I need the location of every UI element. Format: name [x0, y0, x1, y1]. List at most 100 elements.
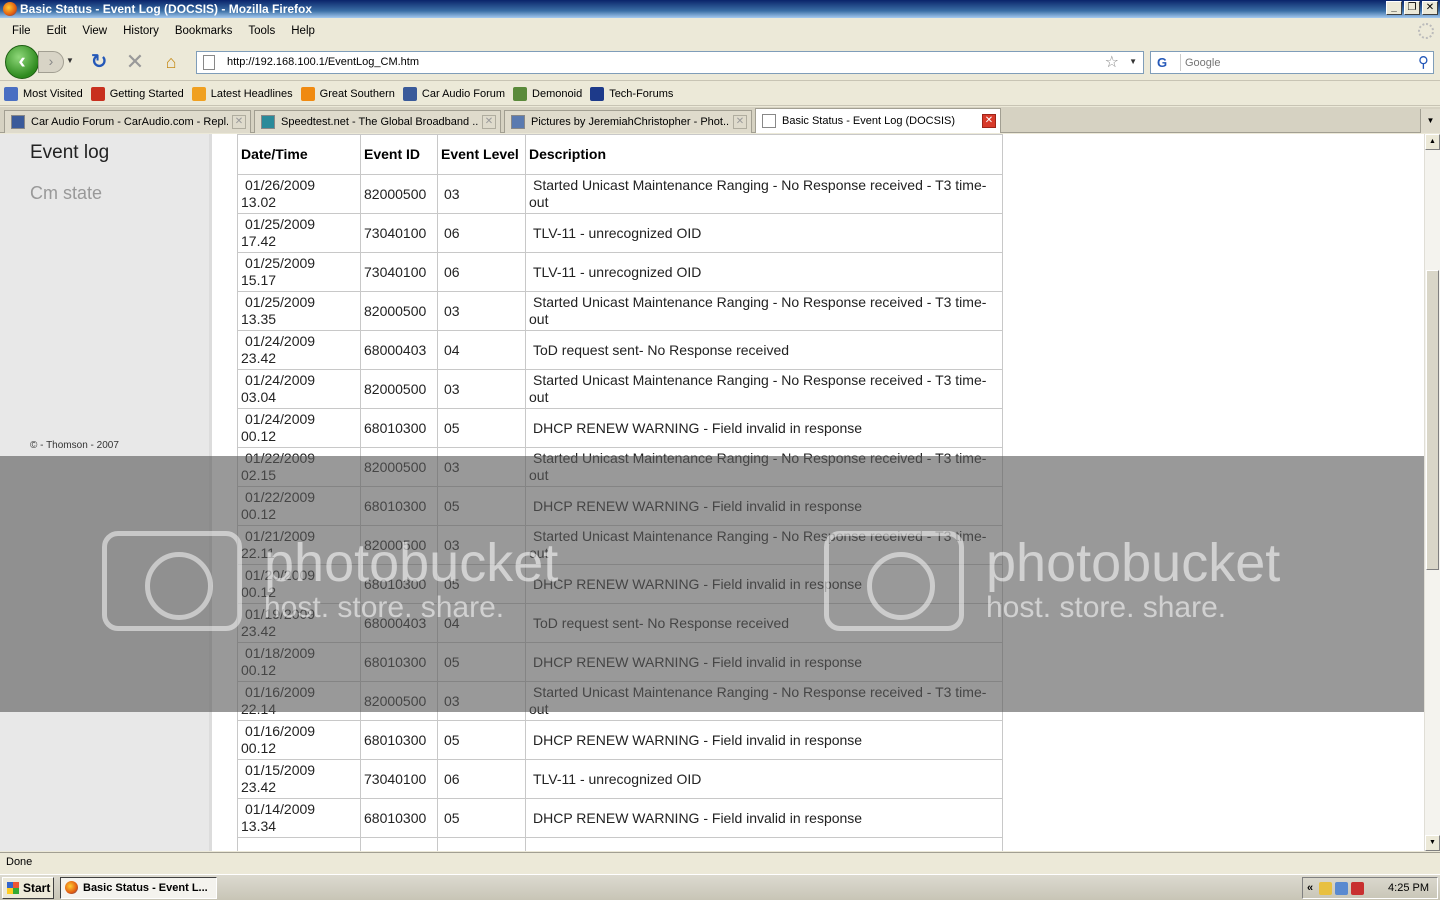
cell-date-time: 01/24/2009 00.12 — [237, 408, 361, 448]
browser-tab[interactable]: Pictures by JeremiahChristopher - Phot..… — [504, 110, 752, 133]
event-log-body: 01/26/2009 13.02 82000500 03 Started Unicast… — [237, 174, 1003, 852]
page-content: Event log Cm state © - Thomson - 2007 Da… — [0, 134, 1424, 851]
event-description: Started Unicast Maintenance Ranging - No… — [529, 849, 951, 852]
bookmark-item[interactable]: Latest Headlines — [191, 86, 293, 101]
search-magnifier-icon[interactable]: ⚲ — [1418, 52, 1429, 73]
cell-event-id: 82000500 — [360, 174, 438, 214]
cell-description: DHCP RENEW WARNING - Field invalid in re… — [525, 408, 1003, 448]
menu-tools[interactable]: Tools — [240, 25, 283, 37]
table-row: 01/21/2009 22.11 82000500 03 Started Unicast… — [237, 525, 1003, 565]
tab-close-icon[interactable]: ✕ — [482, 115, 496, 129]
forward-button[interactable]: › — [38, 51, 64, 73]
cell-date-time: 01/11/2009 — [237, 837, 361, 851]
search-input[interactable] — [1185, 54, 1405, 71]
bookmark-item[interactable]: Most Visited — [4, 86, 83, 101]
tray-clock: 4:25 PM — [1388, 882, 1429, 894]
cell-description: Started Unicast Maintenance Ranging - No… — [525, 291, 1003, 331]
window-title-bar: Basic Status - Event Log (DOCSIS) - Mozi… — [0, 0, 1440, 18]
event-description: Started Unicast Maintenance Ranging - No… — [529, 684, 987, 717]
stop-button[interactable]: ✕ — [124, 51, 146, 73]
cell-event-id: 82000500 — [360, 369, 438, 409]
cell-event-id: 73040100 — [360, 759, 438, 799]
event-date: 01/26/2009 — [245, 177, 316, 193]
nav-link-event-log[interactable]: Event log — [30, 142, 109, 164]
bookmark-item[interactable]: Tech-Forums — [590, 86, 673, 101]
minimize-button[interactable]: _ — [1386, 1, 1402, 15]
event-description: Started Unicast Maintenance Ranging - No… — [529, 372, 987, 405]
menu-file[interactable]: File — [4, 25, 39, 37]
url-text[interactable]: http://192.168.100.1/EventLog_CM.htm — [227, 52, 419, 73]
table-row: 01/15/2009 23.42 73040100 06 TLV-11 - unreco… — [237, 759, 1003, 799]
event-date: 01/14/2009 — [245, 801, 316, 817]
table-row: 01/16/2009 00.12 68010300 05 DHCP RENEW WARN… — [237, 720, 1003, 760]
maximize-button[interactable]: ❐ — [1404, 1, 1420, 15]
tab-close-icon[interactable]: ✕ — [982, 114, 996, 128]
tab-close-icon[interactable]: ✕ — [232, 115, 246, 129]
watermark-tagline: host. store. share. — [986, 591, 1227, 624]
taskbar-firefox-window[interactable]: Basic Status - Event L... — [60, 877, 217, 899]
bookmark-item[interactable]: Demonoid — [513, 86, 582, 101]
cell-event-id: 82000500 — [360, 291, 438, 331]
url-dropdown-icon[interactable]: ▼ — [1129, 57, 1137, 66]
cell-event-id: 68010300 — [360, 642, 438, 682]
menu-edit[interactable]: Edit — [39, 25, 75, 37]
cell-event-level: 03 — [437, 525, 526, 565]
event-time: 00.12 — [241, 584, 277, 600]
page-icon — [203, 55, 215, 70]
google-engine-icon[interactable]: G — [1153, 54, 1181, 71]
cell-event-level: 04 — [437, 603, 526, 643]
browser-tab[interactable]: Basic Status - Event Log (DOCSIS) ✕ — [755, 108, 1001, 133]
status-text: Done — [6, 856, 33, 868]
tab-list-button[interactable]: ▼ — [1420, 109, 1440, 133]
bookmark-star-icon[interactable]: ☆ — [1105, 53, 1119, 72]
start-button[interactable]: Start — [2, 877, 54, 899]
cell-event-level: 05 — [437, 408, 526, 448]
tab-close-icon[interactable]: ✕ — [733, 115, 747, 129]
tray-expand-button[interactable]: « — [1307, 882, 1313, 894]
bookmark-item[interactable]: Getting Started — [90, 86, 184, 101]
cell-event-level: 03 — [437, 369, 526, 409]
scroll-down-arrow-icon[interactable]: ▼ — [1425, 835, 1440, 851]
event-date: 01/15/2009 — [245, 762, 316, 778]
event-time: 23.42 — [241, 350, 277, 366]
back-button[interactable]: ‹ — [5, 45, 39, 79]
bookmark-item[interactable]: Great Southern — [300, 86, 395, 101]
history-dropdown-icon[interactable]: ▼ — [66, 56, 74, 65]
nav-link-cm-state[interactable]: Cm state — [30, 183, 102, 204]
security-shield-icon[interactable] — [1351, 881, 1365, 895]
reload-button[interactable]: ↻ — [88, 51, 110, 73]
mail-tray-icon[interactable] — [1319, 881, 1333, 895]
cell-event-id: 68000403 — [360, 603, 438, 643]
network-tray-icon[interactable] — [1335, 881, 1349, 895]
cell-description: ToD request sent- No Response received — [525, 330, 1003, 370]
cell-description: TLV-11 - unrecognized OID — [525, 759, 1003, 799]
menu-history[interactable]: History — [115, 25, 167, 37]
event-time: 17.42 — [241, 233, 277, 249]
vertical-scrollbar[interactable]: ▲ ▼ — [1424, 134, 1440, 851]
cell-description: Started Unicast Maintenance Ranging - No… — [525, 681, 1003, 721]
event-time: 13.35 — [241, 311, 277, 327]
menu-view[interactable]: View — [74, 25, 115, 37]
scroll-up-arrow-icon[interactable]: ▲ — [1425, 134, 1440, 150]
cell-event-id: 82000500 — [360, 681, 438, 721]
home-button[interactable]: ⌂ — [160, 51, 182, 73]
table-row: 01/25/2009 17.42 73040100 06 TLV-11 - unreco… — [237, 213, 1003, 253]
search-bar[interactable]: G ⚲ — [1150, 51, 1434, 74]
event-time: 23.42 — [241, 623, 277, 639]
menu-help[interactable]: Help — [283, 25, 323, 37]
scrollbar-thumb[interactable] — [1426, 270, 1439, 570]
event-description: Started Unicast Maintenance Ranging - No… — [529, 177, 987, 210]
menu-bookmarks[interactable]: Bookmarks — [167, 25, 241, 37]
cell-event-id: 82000500 — [360, 525, 438, 565]
cell-description: DHCP RENEW WARNING - Field invalid in re… — [525, 720, 1003, 760]
cell-description: DHCP RENEW WARNING - Field invalid in re… — [525, 642, 1003, 682]
bookmark-item[interactable]: Car Audio Forum — [402, 86, 505, 101]
event-time: 15.17 — [241, 272, 277, 288]
event-description: DHCP RENEW WARNING - Field invalid in re… — [533, 497, 863, 514]
event-description: TLV-11 - unrecognized OID — [533, 263, 702, 280]
url-bar[interactable]: http://192.168.100.1/EventLog_CM.htm ☆ ▼ — [196, 51, 1144, 74]
close-window-button[interactable]: ✕ — [1422, 1, 1438, 15]
browser-tab[interactable]: Speedtest.net - The Global Broadband ...… — [254, 110, 501, 133]
browser-tab[interactable]: Car Audio Forum - CarAudio.com - Repl...… — [4, 110, 251, 133]
window-controls: _ ❐ ✕ — [1386, 1, 1438, 15]
